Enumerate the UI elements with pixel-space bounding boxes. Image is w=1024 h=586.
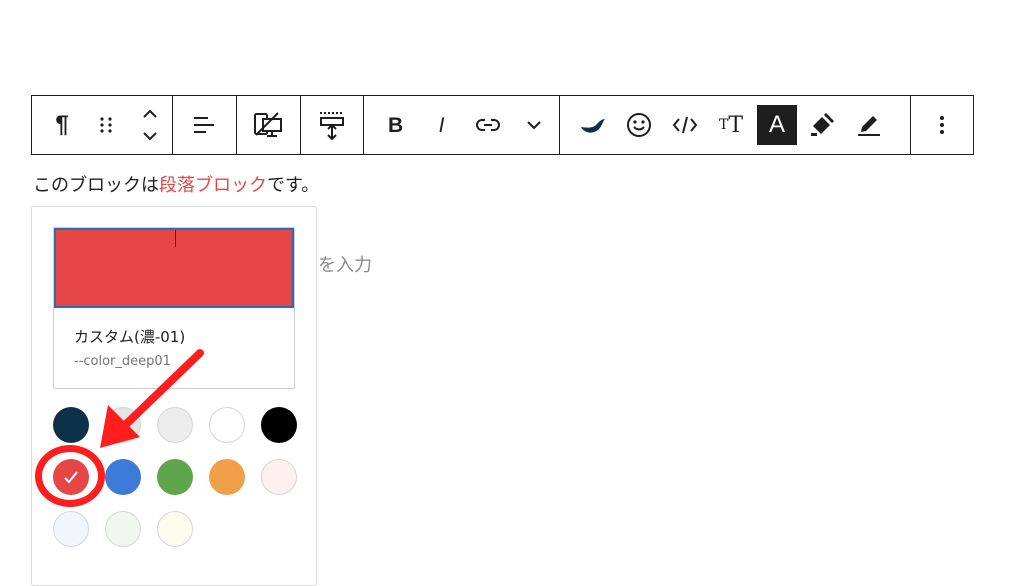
- color-swatch[interactable]: [105, 407, 141, 443]
- color-swatch[interactable]: [105, 511, 141, 547]
- color-swatch[interactable]: [53, 407, 89, 443]
- paragraph-text[interactable]: このブロックは段落ブロックです。: [33, 174, 319, 198]
- checkmark-icon: [53, 459, 89, 495]
- device-visibility-icon[interactable]: [245, 96, 291, 154]
- color-swatch[interactable]: [157, 459, 193, 495]
- emoji-icon[interactable]: [616, 96, 662, 154]
- text-color-icon[interactable]: A: [754, 96, 800, 154]
- brand-wave-icon[interactable]: [570, 96, 616, 154]
- drag-handle-icon[interactable]: [84, 96, 128, 154]
- italic-icon[interactable]: I: [419, 96, 465, 154]
- toolbar-group-spacing: [301, 96, 364, 154]
- color-swatch[interactable]: [157, 511, 193, 547]
- link-icon[interactable]: [465, 96, 511, 154]
- color-swatch[interactable]: [209, 459, 245, 495]
- paragraph-text-highlight: 段落ブロック: [159, 175, 267, 196]
- block-toolbar: ¶ B I T T A: [31, 95, 974, 155]
- more-options-icon[interactable]: [919, 96, 965, 154]
- color-swatch[interactable]: [261, 407, 297, 443]
- toolbar-group-extras: TT A: [560, 96, 912, 154]
- color-swatch[interactable]: [209, 407, 245, 443]
- chevron-down-icon[interactable]: [511, 96, 557, 154]
- paragraph-text-before: このブロックは: [33, 175, 159, 196]
- color-swatch[interactable]: [105, 459, 141, 495]
- paragraph-icon[interactable]: ¶: [40, 96, 84, 154]
- color-swatch[interactable]: [261, 459, 297, 495]
- color-swatch-selected[interactable]: [53, 459, 89, 495]
- tooltip-caret: [175, 230, 176, 247]
- toolbar-group-align: [173, 96, 237, 154]
- move-up-down-icon[interactable]: [128, 96, 172, 154]
- paragraph-text-after: です。: [267, 175, 320, 196]
- color-swatch[interactable]: [157, 407, 193, 443]
- code-icon[interactable]: [662, 96, 708, 154]
- bold-icon[interactable]: B: [373, 96, 419, 154]
- toolbar-group-more: [911, 96, 973, 154]
- marker-icon[interactable]: [800, 96, 846, 154]
- font-size-icon[interactable]: TT: [708, 96, 754, 154]
- color-name: カスタム(濃-01): [74, 328, 186, 346]
- toolbar-group-visibility: [237, 96, 301, 154]
- align-left-icon[interactable]: [181, 96, 227, 154]
- color-variable: --color_deep01: [74, 354, 171, 369]
- color-swatch[interactable]: [53, 511, 89, 547]
- toolbar-group-format: B I: [364, 96, 561, 154]
- spacing-icon[interactable]: [309, 96, 355, 154]
- highlighter-icon[interactable]: [846, 96, 892, 154]
- block-placeholder[interactable]: を入力: [318, 254, 372, 278]
- toolbar-group-block: ¶: [32, 96, 173, 154]
- selected-color-swatch[interactable]: [54, 228, 294, 308]
- color-popover: カスタム(濃-01) --color_deep01: [31, 206, 317, 586]
- selected-color-preview: カスタム(濃-01) --color_deep01: [53, 227, 295, 389]
